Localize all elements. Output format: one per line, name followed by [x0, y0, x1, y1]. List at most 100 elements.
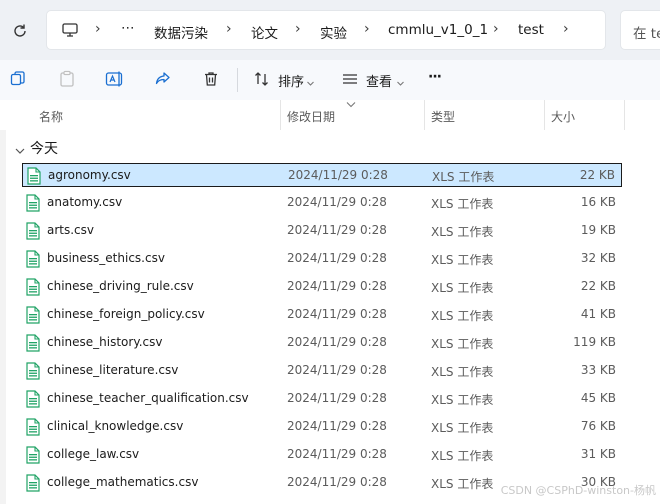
group-header-today[interactable]: 今天 [14, 137, 58, 159]
file-name: arts.csv [47, 223, 95, 237]
breadcrumb-item-1[interactable]: 论文 [251, 22, 278, 42]
copy-icon[interactable] [8, 69, 28, 89]
file-row[interactable]: business_ethics.csv 2024/11/29 0:28 XLS 工作… [22, 247, 622, 271]
column-header-date[interactable]: 修改日期 [287, 108, 335, 125]
csv-file-icon [25, 334, 41, 352]
column-divider[interactable] [280, 100, 281, 130]
file-row[interactable]: chinese_foreign_policy.csv 2024/11/29 0:2… [22, 303, 622, 327]
view-button[interactable]: 查看 [366, 71, 392, 90]
file-modified-date: 2024/11/29 0:28 [287, 447, 387, 461]
computer-icon[interactable] [61, 21, 79, 43]
sort-caret-icon [346, 100, 356, 111]
file-row[interactable]: agronomy.csv 2024/11/29 0:28 XLS 工作表 22 KB [22, 163, 622, 187]
file-name: chinese_foreign_policy.csv [47, 307, 205, 321]
breadcrumb-item-3[interactable]: cmmlu_v1_0_1 [388, 22, 488, 38]
file-type: XLS 工作表 [431, 225, 494, 239]
file-size: 41 KB [580, 307, 616, 321]
file-modified-date: 2024/11/29 0:28 [287, 279, 387, 293]
file-modified-date: 2024/11/29 0:28 [287, 335, 387, 349]
column-header-size[interactable]: 大小 [551, 108, 575, 125]
file-type: XLS 工作表 [431, 365, 494, 379]
file-name: chinese_driving_rule.csv [47, 279, 194, 293]
file-modified-date: 2024/11/29 0:28 [287, 391, 387, 405]
share-icon[interactable] [153, 69, 173, 89]
delete-icon[interactable] [201, 69, 221, 89]
file-type: XLS 工作表 [431, 393, 494, 407]
file-name: chinese_teacher_qualification.csv [47, 391, 249, 405]
file-size: 19 KB [580, 223, 616, 237]
file-modified-date: 2024/11/29 0:28 [287, 363, 387, 377]
csv-file-icon [25, 278, 41, 296]
watermark: CSDN @CSPhD-winston-杨帆 [500, 484, 656, 497]
file-type: XLS 工作表 [431, 337, 494, 351]
more-options-button[interactable]: ··· [428, 69, 442, 85]
csv-file-icon [25, 362, 41, 380]
file-name: clinical_knowledge.csv [47, 419, 184, 433]
search-box[interactable]: 在 te [620, 10, 660, 50]
file-row[interactable]: arts.csv 2024/11/29 0:28 XLS 工作表 19 KB [22, 219, 622, 243]
file-row[interactable]: clinical_knowledge.csv 2024/11/29 0:28 XLS… [22, 415, 622, 439]
column-header-name[interactable]: 名称 [39, 108, 63, 125]
file-name: agronomy.csv [48, 168, 131, 182]
column-header-type[interactable]: 类型 [431, 108, 455, 125]
breadcrumb-separator: › [563, 21, 569, 37]
file-size: 32 KB [580, 251, 616, 265]
file-size: 76 KB [580, 419, 616, 433]
breadcrumb-item-2[interactable]: 实验 [320, 22, 347, 42]
chevron-down-icon [396, 73, 405, 92]
navigation-pane-edge [0, 100, 6, 504]
file-size: 119 KB [573, 335, 616, 349]
column-divider[interactable] [424, 100, 425, 130]
search-placeholder: 在 te [633, 26, 660, 42]
file-modified-date: 2024/11/29 0:28 [287, 307, 387, 321]
file-name: chinese_literature.csv [47, 363, 179, 377]
rename-icon[interactable] [105, 69, 125, 89]
breadcrumb-overflow[interactable]: ⋯ [121, 20, 135, 36]
address-bar: › ⋯ 数据污染 › 论文 › 实验 › cmmlu_v1_0_1 › test… [0, 0, 660, 60]
column-divider[interactable] [544, 100, 545, 130]
file-name: college_mathematics.csv [47, 475, 199, 489]
view-icon[interactable] [340, 69, 360, 89]
file-name: chinese_history.csv [47, 335, 163, 349]
breadcrumb-item-0[interactable]: 数据污染 [154, 22, 208, 42]
refresh-icon[interactable] [9, 20, 31, 42]
file-modified-date: 2024/11/29 0:28 [287, 419, 387, 433]
file-row[interactable]: chinese_teacher_qualification.csv 2024/11… [22, 387, 622, 411]
file-type: XLS 工作表 [431, 253, 494, 267]
file-modified-date: 2024/11/29 0:28 [287, 223, 387, 237]
file-type: XLS 工作表 [432, 170, 495, 184]
breadcrumb-separator: › [226, 21, 232, 37]
breadcrumb-separator: › [493, 21, 499, 37]
file-row[interactable]: anatomy.csv 2024/11/29 0:28 XLS 工作表 16 KB [22, 191, 622, 215]
csv-file-icon [25, 222, 41, 240]
file-modified-date: 2024/11/29 0:28 [288, 168, 388, 182]
command-bar: 排序 查看 ··· [0, 60, 660, 100]
file-type: XLS 工作表 [431, 197, 494, 211]
file-row[interactable]: college_law.csv 2024/11/29 0:28 XLS 工作表 31 … [22, 443, 622, 467]
csv-file-icon [25, 446, 41, 464]
breadcrumb-item-4[interactable]: test [518, 22, 544, 38]
file-name: anatomy.csv [47, 195, 123, 209]
group-label: 今天 [30, 141, 58, 157]
csv-file-icon [25, 418, 41, 436]
file-size: 31 KB [580, 447, 616, 461]
file-row[interactable]: chinese_driving_rule.csv 2024/11/29 0:28 X… [22, 275, 622, 299]
file-name: business_ethics.csv [47, 251, 165, 265]
file-modified-date: 2024/11/29 0:28 [287, 251, 387, 265]
file-name: college_law.csv [47, 447, 140, 461]
file-row[interactable]: chinese_history.csv 2024/11/29 0:28 XLS 工作… [22, 331, 622, 355]
chevron-down-icon[interactable] [14, 142, 26, 154]
column-headers: 名称 修改日期 类型 大小 [0, 100, 660, 130]
breadcrumb[interactable]: › ⋯ 数据污染 › 论文 › 实验 › cmmlu_v1_0_1 › test… [46, 10, 606, 50]
csv-file-icon [25, 390, 41, 408]
column-divider[interactable] [624, 100, 625, 130]
file-type: XLS 工作表 [431, 281, 494, 295]
file-size: 16 KB [580, 195, 616, 209]
paste-icon[interactable] [57, 69, 77, 89]
sort-button[interactable]: 排序 [278, 71, 304, 90]
file-row[interactable]: chinese_literature.csv 2024/11/29 0:28 XLS… [22, 359, 622, 383]
file-modified-date: 2024/11/29 0:28 [287, 475, 387, 489]
sort-icon[interactable] [252, 69, 272, 89]
breadcrumb-separator: › [364, 21, 370, 37]
file-modified-date: 2024/11/29 0:28 [287, 195, 387, 209]
